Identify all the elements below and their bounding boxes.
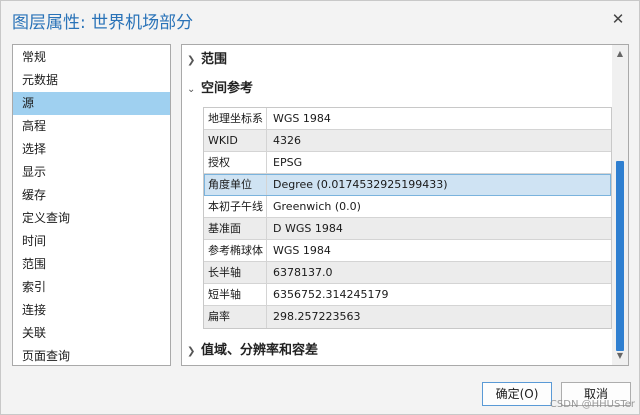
property-value: D WGS 1984 bbox=[273, 222, 343, 235]
watermark: CSDN @HHUSTer bbox=[549, 399, 635, 410]
title-bar: 图层属性: 世界机场部分 ✕ bbox=[1, 1, 639, 37]
spatial-reference-table: 地理坐标系 WGS 1984 WKID 4326 授权 EPSG 角度单位 Degree (0… bbox=[203, 107, 612, 329]
section-domain-label: 值域、分辨率和容差 bbox=[201, 343, 319, 358]
property-name: 参考椭球体 bbox=[204, 240, 267, 261]
table-row[interactable]: 基准面 D WGS 1984 bbox=[204, 218, 611, 240]
scroll-thumb[interactable] bbox=[616, 161, 624, 351]
property-value: WGS 1984 bbox=[273, 112, 331, 125]
close-icon[interactable]: ✕ bbox=[609, 10, 627, 28]
nav-item[interactable]: 选择 bbox=[13, 138, 170, 161]
section-spatial-ref-header[interactable]: ⌄ 空间参考 bbox=[187, 79, 253, 99]
nav-item[interactable]: 页面查询 bbox=[13, 345, 170, 368]
nav-item[interactable]: 缓存 bbox=[13, 184, 170, 207]
property-value: Degree (0.0174532925199433) bbox=[273, 178, 448, 191]
property-value: EPSG bbox=[273, 156, 303, 169]
layer-properties-dialog: 图层属性: 世界机场部分 ✕ 常规 元数据源高程 选择 显示 缓存 定义查询 时间 范围 索引连… bbox=[0, 0, 640, 415]
property-name: 角度单位 bbox=[204, 174, 267, 195]
property-name: WKID bbox=[204, 130, 267, 151]
property-value: 4326 bbox=[273, 134, 301, 147]
nav-item[interactable]: 连接 bbox=[13, 299, 170, 322]
nav-item[interactable]: 显示 bbox=[13, 161, 170, 184]
table-row[interactable]: 地理坐标系 WGS 1984 bbox=[204, 108, 611, 130]
property-value: 298.257223563 bbox=[273, 310, 361, 323]
vertical-scrollbar[interactable]: ▲ ▼ bbox=[612, 45, 628, 365]
category-nav: 常规 元数据源高程 选择 显示 缓存 定义查询 时间 范围 索引 连接 关联 页面查询 bbox=[12, 44, 171, 366]
table-row[interactable]: 短半轴 6356752.314245179 bbox=[204, 284, 611, 306]
table-row[interactable]: 本初子午线 Greenwich (0.0) bbox=[204, 196, 611, 218]
section-extent-label: 范围 bbox=[201, 52, 228, 67]
section-spatial-ref-label: 空间参考 bbox=[201, 81, 254, 96]
chevron-down-icon: ⌄ bbox=[187, 84, 196, 95]
nav-item[interactable]: 定义查询 bbox=[13, 207, 170, 230]
property-value: Greenwich (0.0) bbox=[273, 200, 361, 213]
nav-item[interactable]: 常规 bbox=[13, 46, 170, 69]
ok-button[interactable]: 确定(O) bbox=[482, 382, 552, 406]
table-row[interactable]: 长半轴 6378137.0 bbox=[204, 262, 611, 284]
chevron-right-icon: ❯ bbox=[187, 55, 196, 66]
nav-item[interactable]: 关联 bbox=[13, 322, 170, 345]
section-domain-header[interactable]: ❯ 值域、分辨率和容差 bbox=[187, 341, 318, 361]
nav-item[interactable]: 时间 bbox=[13, 230, 170, 253]
nav-item[interactable]: 高程 bbox=[13, 115, 170, 138]
property-name: 基准面 bbox=[204, 218, 267, 239]
chevron-right-icon: ❯ bbox=[187, 346, 196, 357]
scroll-down-icon[interactable]: ▼ bbox=[612, 349, 628, 363]
table-row[interactable]: 扁率 298.257223563 bbox=[204, 306, 611, 328]
property-name: 短半轴 bbox=[204, 284, 267, 305]
table-row[interactable]: 授权 EPSG bbox=[204, 152, 611, 174]
properties-content: ❯ 范围 ⌄ 空间参考 地理坐标系 WGS 1984 WKID 4326 授权 EPSG 角度单… bbox=[181, 44, 629, 366]
nav-item[interactable]: 索引 bbox=[13, 276, 170, 299]
nav-item[interactable]: 元数据 bbox=[13, 69, 170, 92]
property-value: WGS 1984 bbox=[273, 244, 331, 257]
scroll-up-icon[interactable]: ▲ bbox=[612, 47, 628, 61]
property-name: 地理坐标系 bbox=[204, 108, 267, 129]
property-value: 6378137.0 bbox=[273, 266, 333, 279]
section-extent-header[interactable]: ❯ 范围 bbox=[187, 50, 227, 70]
property-name: 扁率 bbox=[204, 306, 267, 328]
property-name: 本初子午线 bbox=[204, 196, 267, 217]
property-value: 6356752.314245179 bbox=[273, 288, 389, 301]
nav-item[interactable]: 源 bbox=[13, 92, 170, 115]
property-name: 长半轴 bbox=[204, 262, 267, 283]
dialog-title: 图层属性: 世界机场部分 bbox=[12, 13, 194, 33]
nav-item[interactable]: 范围 bbox=[13, 253, 170, 276]
table-row[interactable]: WKID 4326 bbox=[204, 130, 611, 152]
table-row[interactable]: 角度单位 Degree (0.0174532925199433) bbox=[204, 174, 611, 196]
property-name: 授权 bbox=[204, 152, 267, 173]
table-row[interactable]: 参考椭球体 WGS 1984 bbox=[204, 240, 611, 262]
